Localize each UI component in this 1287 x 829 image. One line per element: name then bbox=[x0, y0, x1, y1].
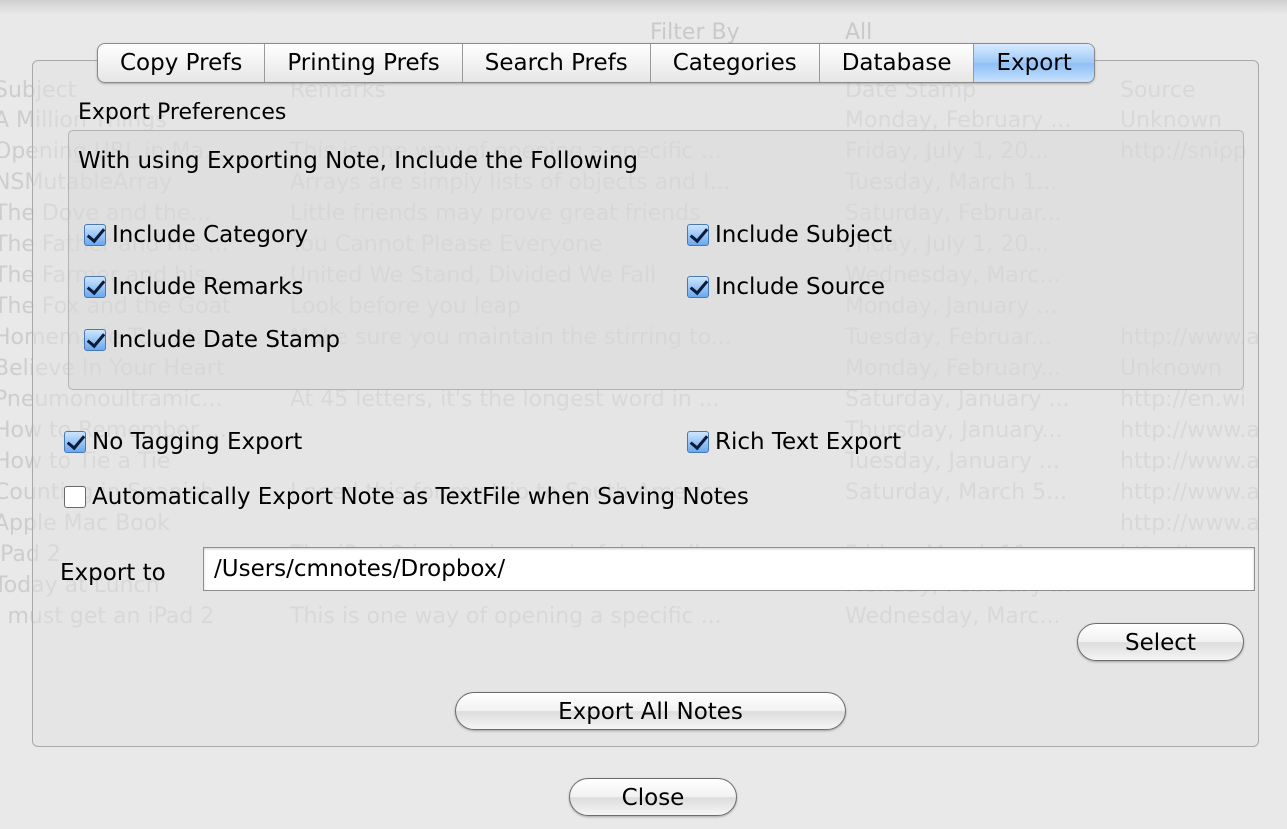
include-subject-checkbox[interactable]: Include Subject bbox=[687, 222, 892, 248]
include-category-checkmark[interactable] bbox=[84, 224, 106, 246]
no-tagging-export-checkbox[interactable]: No Tagging Export bbox=[64, 429, 302, 455]
export-to-label: Export to bbox=[60, 560, 166, 586]
include-source-checkbox[interactable]: Include Source bbox=[687, 274, 885, 300]
tab-export[interactable]: Export bbox=[974, 44, 1094, 82]
select-button[interactable]: Select bbox=[1077, 623, 1244, 661]
include-date-stamp-label: Include Date Stamp bbox=[112, 327, 341, 353]
tab-categories[interactable]: Categories bbox=[651, 44, 820, 82]
include-fields-heading: With using Exporting Note, Include the F… bbox=[78, 148, 639, 174]
include-source-checkmark[interactable] bbox=[687, 276, 709, 298]
include-remarks-label: Include Remarks bbox=[112, 274, 304, 300]
include-subject-label: Include Subject bbox=[715, 222, 893, 248]
tab-search-prefs[interactable]: Search Prefs bbox=[463, 44, 651, 82]
include-date-stamp-checkmark[interactable] bbox=[84, 329, 106, 351]
tab-copy-prefs[interactable]: Copy Prefs bbox=[98, 44, 266, 82]
export-preferences-title: Export Preferences bbox=[78, 100, 287, 125]
auto-export-checkmark[interactable] bbox=[64, 486, 86, 508]
auto-export-label: Automatically Export Note as TextFile wh… bbox=[92, 484, 749, 510]
filter-by-label: Filter By bbox=[650, 20, 740, 45]
rich-text-label: Rich Text Export bbox=[715, 429, 902, 455]
close-button[interactable]: Close bbox=[569, 778, 737, 816]
auto-export-checkbox[interactable]: Automatically Export Note as TextFile wh… bbox=[64, 484, 749, 510]
export-all-notes-button[interactable]: Export All Notes bbox=[455, 692, 846, 730]
include-subject-checkmark[interactable] bbox=[687, 224, 709, 246]
filter-value: All bbox=[845, 20, 873, 45]
include-remarks-checkmark[interactable] bbox=[84, 276, 106, 298]
include-date-stamp-checkbox[interactable]: Include Date Stamp bbox=[84, 327, 340, 353]
include-source-label: Include Source bbox=[715, 274, 886, 300]
preferences-tab-bar: Copy Prefs Printing Prefs Search Prefs C… bbox=[97, 43, 1095, 83]
tab-printing-prefs[interactable]: Printing Prefs bbox=[265, 44, 463, 82]
rich-text-export-checkbox[interactable]: Rich Text Export bbox=[687, 429, 901, 455]
no-tagging-label: No Tagging Export bbox=[92, 429, 303, 455]
include-category-checkbox[interactable]: Include Category bbox=[84, 222, 308, 248]
include-category-label: Include Category bbox=[112, 222, 309, 248]
no-tagging-checkmark[interactable] bbox=[64, 431, 86, 453]
include-remarks-checkbox[interactable]: Include Remarks bbox=[84, 274, 303, 300]
rich-text-checkmark[interactable] bbox=[687, 431, 709, 453]
tab-database[interactable]: Database bbox=[820, 44, 975, 82]
export-path-field[interactable]: /Users/cmnotes/Dropbox/ bbox=[203, 547, 1255, 591]
window-top-edge bbox=[0, 0, 1287, 14]
